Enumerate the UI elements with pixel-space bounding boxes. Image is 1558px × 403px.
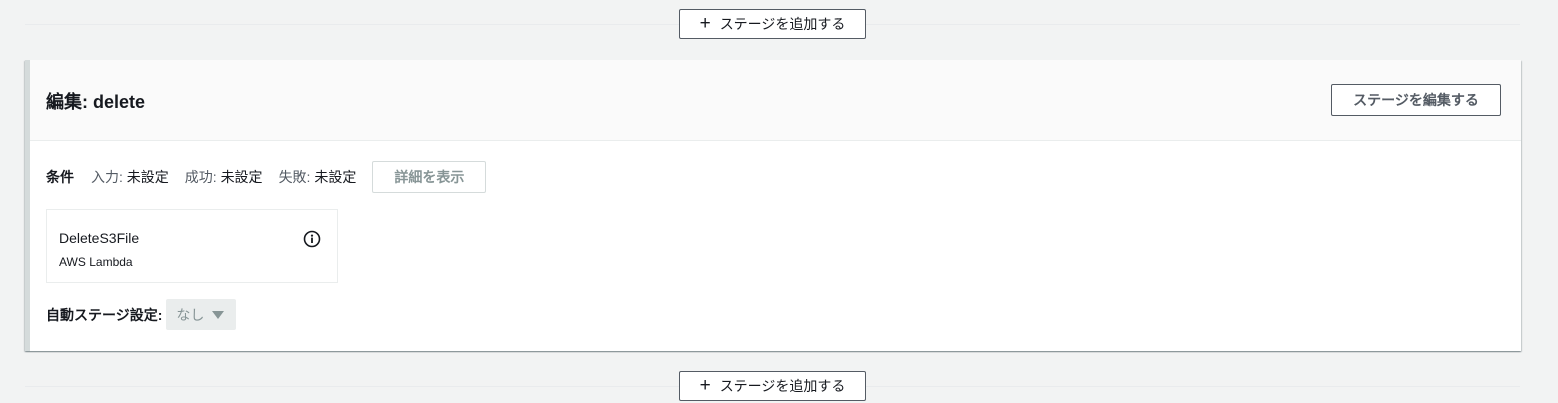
plus-icon: + <box>699 374 711 396</box>
show-details-button[interactable]: 詳細を表示 <box>372 161 487 193</box>
caret-down-icon <box>212 311 225 319</box>
auto-stage-label: 自動ステージ設定: <box>46 306 163 323</box>
plus-icon: + <box>699 12 711 34</box>
condition-success-value: 未設定 <box>220 169 263 185</box>
add-stage-row-bottom: + ステージを追加する <box>25 371 1520 403</box>
action-provider: AWS Lambda <box>59 255 133 269</box>
action-card[interactable]: DeleteS3File AWS Lambda <box>46 209 338 283</box>
edit-stage-button[interactable]: ステージを編集する <box>1331 84 1501 116</box>
condition-input: 入力: 未設定 <box>91 167 169 187</box>
stage-title: 編集: delete <box>46 92 146 112</box>
condition-success: 成功: 未設定 <box>185 167 263 187</box>
auto-stage-row: 自動ステージ設定: なし <box>46 299 237 330</box>
add-stage-label: ステージを追加する <box>719 16 846 32</box>
condition-input-key: 入力: <box>91 169 123 185</box>
condition-input-value: 未設定 <box>126 169 169 185</box>
condition-failure-key: 失敗: <box>278 169 311 185</box>
add-stage-label: ステージを追加する <box>719 378 846 394</box>
add-stage-row-top: + ステージを追加する <box>25 9 1520 41</box>
condition-success-key: 成功: <box>184 169 217 185</box>
condition-failure: 失敗: 未設定 <box>279 167 357 187</box>
conditions-heading: 条件 <box>46 169 74 185</box>
info-icon[interactable] <box>303 230 321 248</box>
action-name: DeleteS3File <box>59 230 140 246</box>
conditions-row: 条件 入力: 未設定 成功: 未設定 失敗: 未設定 詳細を表示 <box>46 161 487 193</box>
stage-header: 編集: delete ステージを編集する <box>30 60 1521 141</box>
stage-panel: 編集: delete ステージを編集する 条件 入力: 未設定 成功: 未設定 … <box>25 60 1521 351</box>
auto-stage-selected: なし <box>176 306 205 323</box>
auto-stage-select[interactable]: なし <box>166 299 237 330</box>
add-stage-button-bottom[interactable]: + ステージを追加する <box>679 371 866 401</box>
add-stage-button-top[interactable]: + ステージを追加する <box>679 9 866 39</box>
condition-failure-value: 未設定 <box>314 169 357 185</box>
